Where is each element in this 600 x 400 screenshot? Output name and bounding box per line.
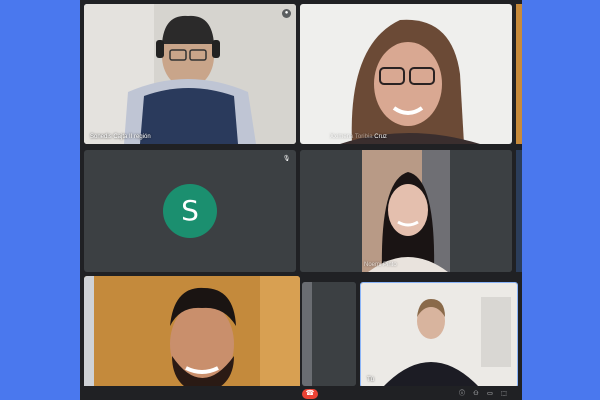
participant-video-2 — [300, 4, 512, 144]
participant-video-4 — [300, 150, 512, 272]
participant-name: Tú — [367, 377, 375, 383]
people-icon[interactable]: ⚇ — [472, 390, 480, 398]
self-view-video — [361, 283, 517, 387]
participant-avatar: S — [163, 184, 217, 238]
mic-off-icon: 🎙 — [282, 156, 291, 162]
participant-tile-partial-2[interactable] — [516, 150, 522, 272]
participant-name: Noemi Pinto — [364, 262, 397, 268]
end-call-button[interactable]: ☎ — [302, 389, 318, 399]
info-icon[interactable]: ⓘ — [458, 390, 466, 398]
mic-off-icon: ● — [282, 9, 291, 18]
participant-name: Xximena Toribia Cruz — [330, 134, 387, 140]
participant-tile-3[interactable]: S 🎙 — [84, 150, 296, 272]
participant-video-1 — [84, 4, 296, 144]
participant-tile-5[interactable] — [84, 276, 300, 400]
participant-name: Sonedis Cajta II región — [90, 134, 151, 140]
participant-tile-1[interactable]: ● Sonedis Cajta II región — [84, 4, 296, 144]
participant-tile-partial-1[interactable] — [516, 4, 522, 144]
activities-icon[interactable]: ⬚ — [500, 390, 508, 398]
participant-name-obscured: Xximena Toribia — [330, 134, 373, 140]
meeting-control-bar: ☎ ⓘ ⚇ ▭ ⬚ — [80, 386, 522, 400]
chat-icon[interactable]: ▭ — [486, 390, 494, 398]
participant-tile-2[interactable]: Xximena Toribia Cruz — [300, 4, 512, 144]
participant-tile-6[interactable] — [302, 282, 356, 386]
participant-video-5 — [84, 276, 300, 400]
video-call-window: ● Sonedis Cajta II región Xximena Toribi… — [80, 0, 522, 400]
self-view-tile[interactable]: Tú — [360, 282, 518, 388]
participant-video-6 — [302, 282, 356, 386]
participant-name-text: Cruz — [374, 134, 387, 140]
end-call-icon: ☎ — [305, 390, 315, 397]
participant-tile-4[interactable]: Noemi Pinto — [300, 150, 512, 272]
